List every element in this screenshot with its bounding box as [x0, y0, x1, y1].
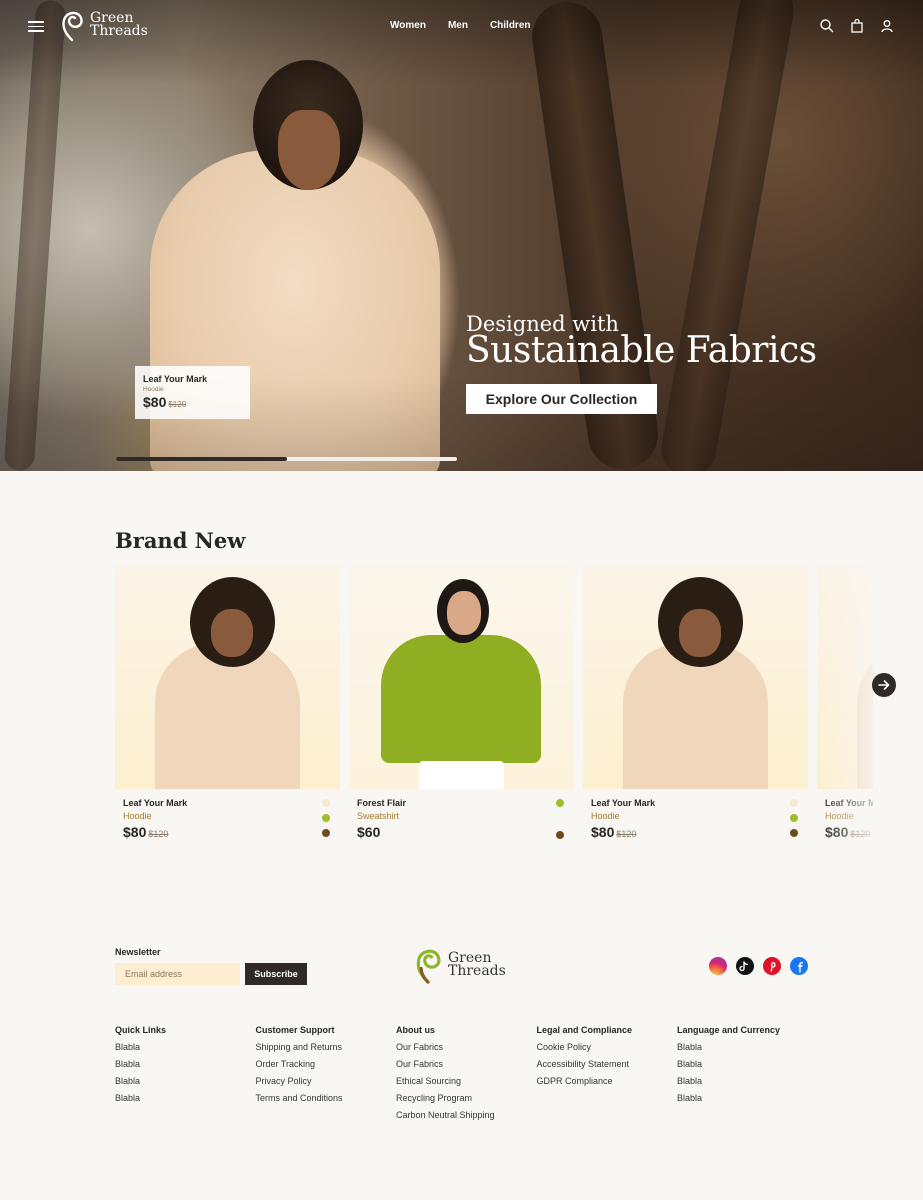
footer-column-legal: Legal and Compliance Cookie Policy Acces… [537, 1025, 678, 1127]
product-card[interactable]: Leaf Your Mark Hoodie $80$120 [115, 565, 340, 849]
main-nav: Women Men Children [390, 20, 531, 31]
facebook-icon[interactable] [790, 957, 808, 975]
product-image[interactable] [349, 565, 574, 789]
shopping-bag-icon[interactable] [849, 18, 865, 34]
color-swatches [790, 799, 798, 837]
footer-link[interactable]: Blabla [677, 1042, 818, 1053]
footer-column-language-currency: Language and Currency Blabla Blabla Blab… [677, 1025, 818, 1127]
brand-new-title: Brand New [115, 528, 246, 553]
brand-logo[interactable]: Green Threads [58, 8, 148, 42]
footer-link[interactable]: Blabla [677, 1076, 818, 1087]
color-swatch[interactable] [790, 799, 798, 807]
product-name: Leaf Your Mark [591, 798, 656, 808]
color-swatch[interactable] [322, 814, 330, 822]
color-swatch[interactable] [790, 829, 798, 837]
footer-link[interactable]: Carbon Neutral Shipping [396, 1110, 537, 1121]
footer-link[interactable]: GDPR Compliance [537, 1076, 678, 1087]
product-price: $80 [825, 824, 849, 840]
product-category: Hoodie [825, 811, 854, 821]
color-swatch[interactable] [322, 829, 330, 837]
footer-link[interactable]: Ethical Sourcing [396, 1076, 537, 1087]
carousel-next-button[interactable] [872, 673, 896, 697]
footer-link[interactable]: Blabla [115, 1059, 256, 1070]
product-price: $60 [357, 824, 381, 840]
footer-link[interactable]: Blabla [115, 1093, 256, 1104]
footer-link[interactable]: Blabla [677, 1093, 818, 1104]
tag-old-price: $120 [168, 400, 187, 409]
top-navigation: Green Threads Women Men Children [0, 0, 923, 55]
hamburger-menu-icon[interactable] [28, 18, 44, 34]
subscribe-button[interactable]: Subscribe [245, 963, 307, 985]
hero-slider-progress[interactable] [116, 457, 457, 461]
product-name: Leaf Your Mark [825, 798, 873, 808]
footer-link[interactable]: Shipping and Returns [256, 1042, 397, 1053]
product-price: $80 [591, 824, 615, 840]
footer-column-quick-links: Quick Links Blabla Blabla Blabla Blabla [115, 1025, 256, 1127]
product-category: Hoodie [591, 811, 620, 821]
footer-link[interactable]: Terms and Conditions [256, 1093, 397, 1104]
product-name: Forest Flair [357, 798, 407, 808]
color-swatch[interactable] [556, 799, 564, 807]
footer-link[interactable]: Cookie Policy [537, 1042, 678, 1053]
nav-link-women[interactable]: Women [390, 20, 426, 31]
footer-link[interactable]: Our Fabrics [396, 1042, 537, 1053]
leaf-logo-icon [416, 949, 441, 984]
explore-collection-button[interactable]: Explore Our Collection [466, 384, 657, 414]
product-card[interactable]: Leaf Your Mark Hoodie $80$120 [817, 565, 873, 849]
footer-link[interactable]: Accessibility Statement [537, 1059, 678, 1070]
search-icon[interactable] [819, 18, 835, 34]
footer-link[interactable]: Blabla [115, 1042, 256, 1053]
social-links [709, 957, 808, 975]
product-old-price: $120 [148, 829, 169, 839]
color-swatch[interactable] [790, 814, 798, 822]
color-swatch[interactable] [556, 831, 564, 839]
footer-column-customer-support: Customer Support Shipping and Returns Or… [256, 1025, 397, 1127]
tiktok-icon[interactable] [736, 957, 754, 975]
product-card[interactable]: Forest Flair Sweatshirt $60 [349, 565, 574, 849]
product-category: Sweatshirt [357, 811, 400, 821]
footer-logo[interactable]: Green Threads [412, 945, 506, 985]
product-card[interactable]: Leaf Your Mark Hoodie $80$120 [583, 565, 808, 849]
nav-link-children[interactable]: Children [490, 20, 531, 31]
user-icon[interactable] [879, 18, 895, 34]
leaf-logo-icon [62, 11, 83, 42]
product-carousel: Leaf Your Mark Hoodie $80 $120 Forest Fla… [115, 565, 873, 855]
product-image[interactable] [583, 565, 808, 789]
nav-link-men[interactable]: Men [448, 20, 468, 31]
footer-link[interactable]: Blabla [115, 1076, 256, 1087]
color-swatch[interactable] [322, 799, 330, 807]
product-name: Leaf Your Mark [123, 798, 188, 808]
arrow-right-icon [878, 680, 890, 690]
product-price: $80 [123, 824, 147, 840]
newsletter-label: Newsletter [115, 947, 161, 957]
hero-title: Sustainable Fabrics [466, 330, 817, 371]
footer-column-about-us: About us Our Fabrics Our Fabrics Ethical… [396, 1025, 537, 1127]
newsletter-email-input[interactable] [115, 963, 240, 985]
slider-progress-fill [116, 457, 287, 461]
footer-link[interactable]: Privacy Policy [256, 1076, 397, 1087]
color-swatches [322, 799, 330, 837]
hero-banner: Leaf Your Mark Hoodie $80 $120 Designed w… [0, 0, 923, 471]
product-old-price: $120 [850, 829, 871, 839]
color-swatches [556, 799, 564, 839]
pinterest-icon[interactable] [763, 957, 781, 975]
footer-link[interactable]: Our Fabrics [396, 1059, 537, 1070]
tag-product-category: Hoodie [143, 386, 164, 393]
tag-price: $80 [143, 394, 167, 410]
product-category: Hoodie [123, 811, 152, 821]
footer-link[interactable]: Recycling Program [396, 1093, 537, 1104]
product-old-price: $120 [616, 829, 637, 839]
footer-link[interactable]: Order Tracking [256, 1059, 397, 1070]
product-image[interactable] [817, 565, 873, 789]
footer-columns: Quick Links Blabla Blabla Blabla Blabla … [115, 1025, 818, 1127]
product-image[interactable] [115, 565, 340, 789]
hero-product-tag[interactable]: Leaf Your Mark Hoodie $80 $120 [135, 366, 250, 419]
footer-link[interactable]: Blabla [677, 1059, 818, 1070]
instagram-icon[interactable] [709, 957, 727, 975]
tag-product-name: Leaf Your Mark [143, 374, 208, 384]
